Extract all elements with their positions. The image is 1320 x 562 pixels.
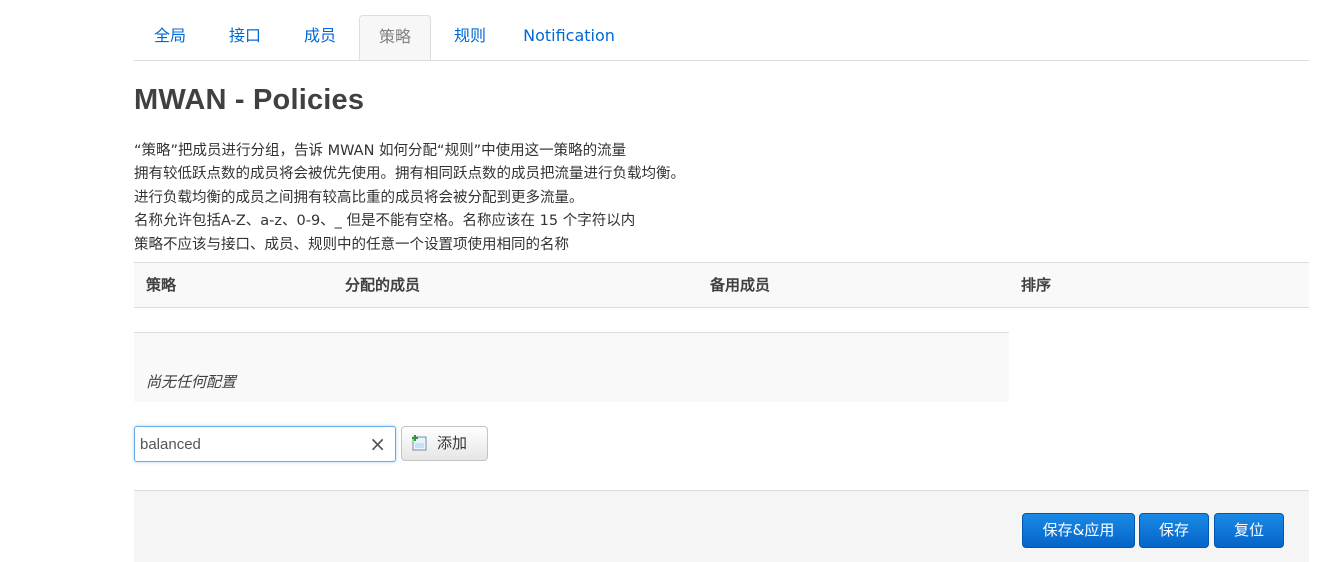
add-icon xyxy=(412,435,427,451)
tab-members[interactable]: 成员 xyxy=(284,15,356,59)
tab-rules[interactable]: 规则 xyxy=(434,15,506,59)
action-bar: 保存&应用 保存 复位 xyxy=(134,490,1309,562)
add-button[interactable]: 添加 xyxy=(401,426,488,461)
save-button[interactable]: 保存 xyxy=(1139,513,1209,548)
empty-placeholder-text: 尚无任何配置 xyxy=(146,373,237,391)
reset-button[interactable]: 复位 xyxy=(1214,513,1284,548)
policy-name-field[interactable]: × xyxy=(134,426,396,462)
page-title: MWAN - Policies xyxy=(134,84,365,116)
column-header-sort: 排序 xyxy=(1021,276,1052,294)
description-line: 拥有较低跃点数的成员将会被优先使用。拥有相同跃点数的成员把流量进行负载均衡。 xyxy=(134,166,685,183)
description-line: 名称允许包括A-Z、a-z、0-9、_ 但是不能有空格。名称应该在 15 个字符… xyxy=(134,213,636,230)
add-button-label: 添加 xyxy=(437,434,468,452)
description-line: “策略”把成员进行分组，告诉 MWAN 如何分配“规则”中使用这一策略的流量 xyxy=(134,143,627,159)
column-header-backup-members: 备用成员 xyxy=(710,276,771,294)
policy-name-input[interactable] xyxy=(140,433,360,455)
tab-bar: 全局 接口 成员 策略 规则 Notification xyxy=(134,0,1309,61)
table-header: 策略 分配的成员 备用成员 排序 xyxy=(134,262,1309,308)
description-line: 进行负载均衡的成员之间拥有较高比重的成员将会被分配到更多流量。 xyxy=(134,189,584,206)
tab-global[interactable]: 全局 xyxy=(134,15,206,59)
page-content: 全局 接口 成员 策略 规则 Notification MWAN - Polic… xyxy=(134,0,1309,562)
table-empty-row: 尚无任何配置 xyxy=(134,332,1009,402)
column-header-assigned-members: 分配的成员 xyxy=(345,276,421,294)
column-header-policy: 策略 xyxy=(146,276,177,294)
page-description: “策略”把成员进行分组，告诉 MWAN 如何分配“规则”中使用这一策略的流量 拥… xyxy=(134,140,685,257)
tab-notification[interactable]: Notification xyxy=(512,15,626,59)
tab-policies[interactable]: 策略 xyxy=(359,15,431,60)
description-line: 策略不应该与接口、成员、规则中的任意一个设置项使用相同的名称 xyxy=(134,236,569,253)
clear-icon[interactable]: × xyxy=(369,433,386,455)
tab-interfaces[interactable]: 接口 xyxy=(209,15,281,59)
save-apply-button[interactable]: 保存&应用 xyxy=(1022,513,1135,548)
